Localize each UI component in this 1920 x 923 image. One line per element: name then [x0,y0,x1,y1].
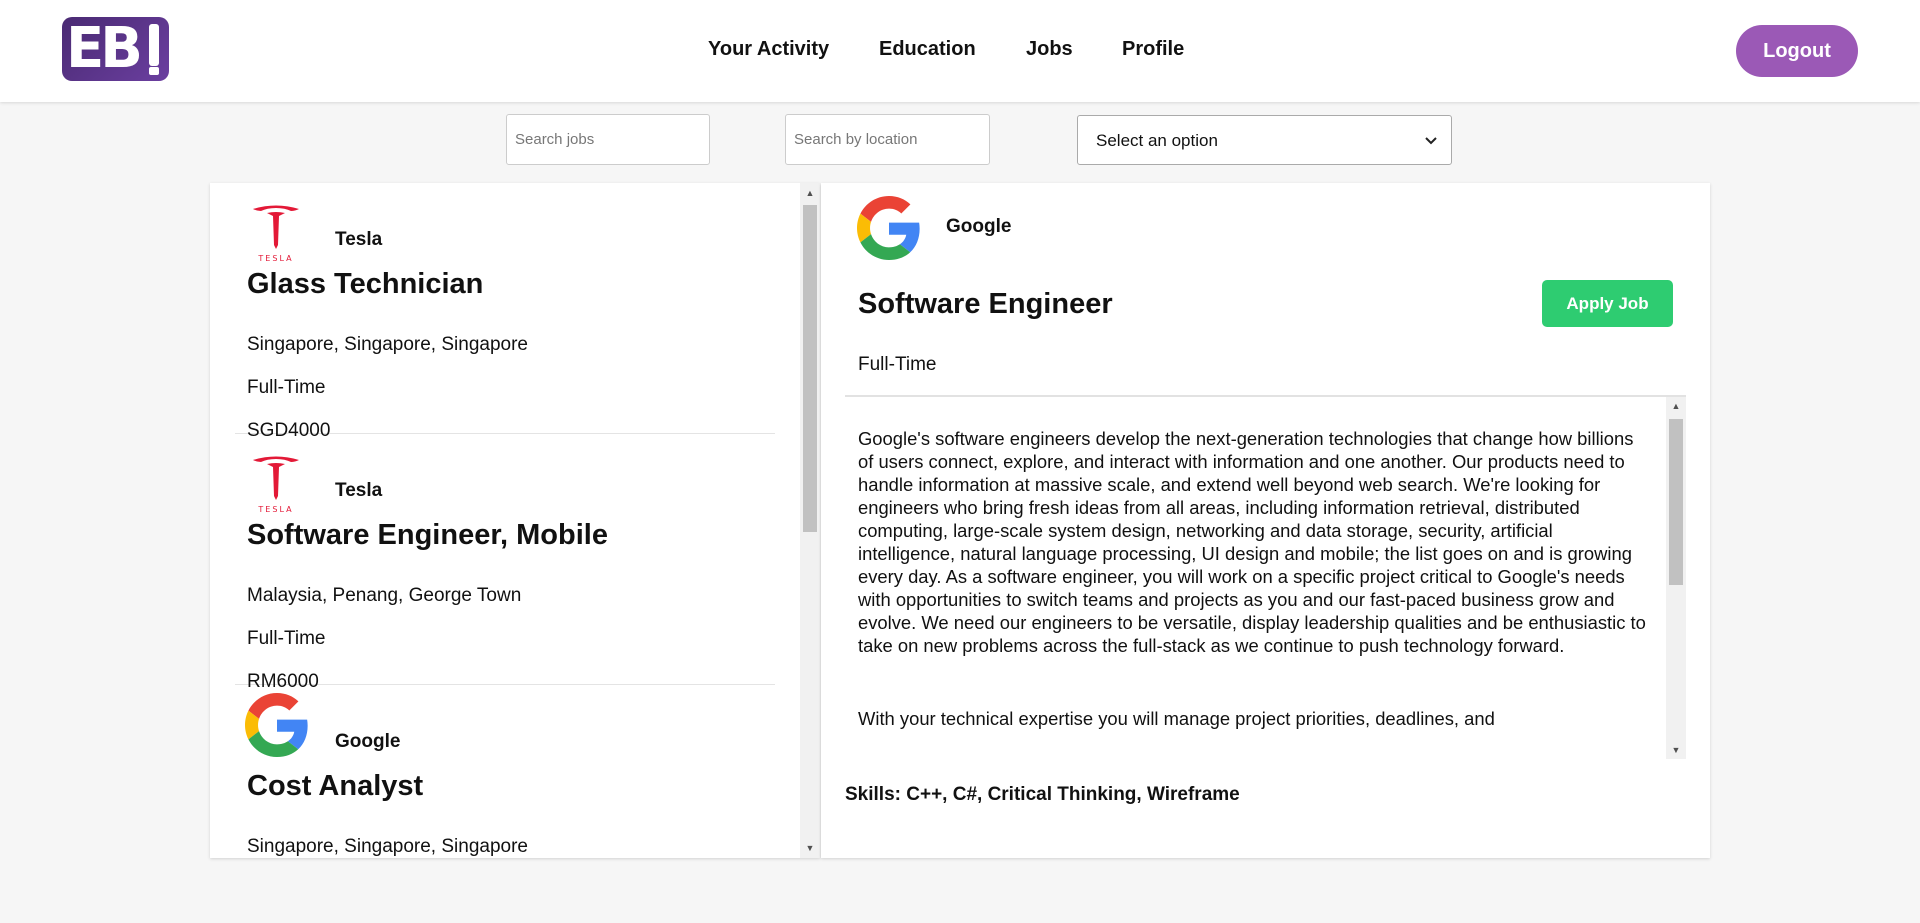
description-paragraph: With your technical expertise you will m… [858,708,1495,729]
top-header: EB Your Activity Education Jobs Profile … [0,0,1920,102]
google-logo-icon [245,693,308,757]
job-card[interactable]: TESLA Tesla Software Engineer, Mobile Ma… [235,434,775,692]
description-scrollbar[interactable]: ▲ ▼ [1666,397,1686,759]
tesla-logo-icon: TESLA [253,456,299,514]
job-list: TESLA Tesla Glass Technician Singapore, … [210,183,800,858]
job-location: Singapore, Singapore, Singapore [247,334,528,355]
description-paragraph: Google's software engineers develop the … [858,428,1646,656]
svg-text:TESLA: TESLA [257,254,293,263]
job-title: Software Engineer, Mobile [247,519,608,551]
scroll-up-arrow-icon[interactable]: ▲ [1666,398,1686,414]
nav-profile[interactable]: Profile [1122,38,1184,61]
search-jobs-input[interactable] [506,114,710,165]
svg-text:TESLA: TESLA [257,505,293,514]
scroll-down-arrow-icon[interactable]: ▼ [800,840,820,856]
job-company: Tesla [335,229,383,250]
scroll-up-arrow-icon[interactable]: ▲ [800,185,820,201]
description-text: Google's software engineers develop the … [858,427,1653,759]
job-type: Full-Time [247,628,326,649]
logout-button[interactable]: Logout [1736,25,1858,77]
job-location: Malaysia, Penang, George Town [247,585,522,606]
job-card[interactable]: Google Cost Analyst Singapore, Singapore… [235,685,775,858]
tesla-logo-icon: TESLA [253,205,299,263]
detail-job-title: Software Engineer [858,288,1113,320]
filter-select-value: Select an option [1096,131,1218,150]
job-title: Glass Technician [247,268,484,300]
google-logo-icon [857,196,920,260]
job-list-panel: TESLA Tesla Glass Technician Singapore, … [210,183,820,858]
nav-jobs[interactable]: Jobs [1026,38,1073,61]
job-title: Cost Analyst [247,770,424,802]
skills-list: Skills: C++, C#, Critical Thinking, Wire… [845,784,1240,805]
main-nav: Your Activity Education Jobs Profile [0,38,1920,64]
apply-job-button[interactable]: Apply Job [1542,280,1673,327]
job-type: Full-Time [247,377,326,398]
nav-education[interactable]: Education [879,38,976,61]
detail-company: Google [946,216,1012,237]
search-location-input[interactable] [785,114,990,165]
nav-your-activity[interactable]: Your Activity [708,38,829,61]
scroll-down-arrow-icon[interactable]: ▼ [1666,742,1686,758]
scroll-thumb[interactable] [1669,419,1683,585]
chevron-down-icon [1425,137,1437,145]
job-list-scrollbar[interactable]: ▲ ▼ [800,183,820,858]
scroll-thumb[interactable] [803,205,817,532]
job-location: Singapore, Singapore, Singapore [247,836,528,857]
job-card[interactable]: TESLA Tesla Glass Technician Singapore, … [235,183,775,441]
job-company: Google [335,731,401,752]
job-company: Tesla [335,480,383,501]
job-detail-panel: Google Software Engineer Apply Job Full-… [821,183,1710,858]
filter-select[interactable]: Select an option [1077,115,1452,165]
job-description: Google's software engineers develop the … [845,397,1686,759]
logo-exclamation-dot [149,67,159,75]
detail-job-type: Full-Time [858,354,937,375]
